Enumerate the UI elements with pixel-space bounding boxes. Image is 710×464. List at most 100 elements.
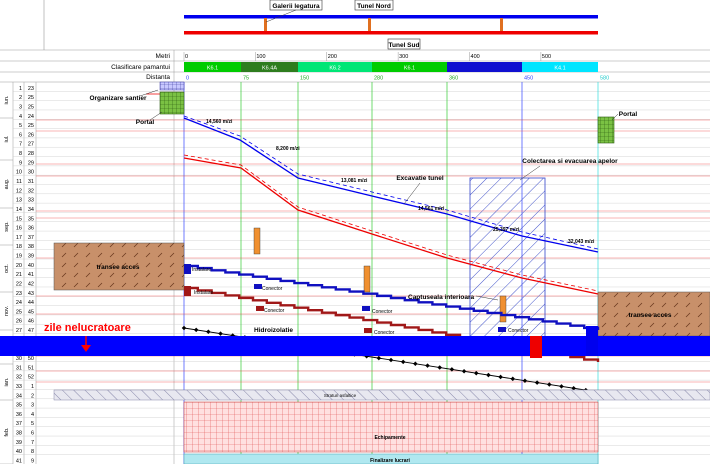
row-index: 6 (19, 132, 22, 138)
week-number: 5 (31, 421, 34, 427)
rate-3: 13,081 m/zi (341, 178, 368, 184)
finalizare-lucrari: Finalizare lucrari (183, 453, 599, 464)
hidroizolatie-marker (218, 331, 223, 336)
row-index: 39 (16, 440, 22, 446)
tunel-nord-label: Tunel Nord (357, 3, 391, 10)
row-index: 12 (16, 188, 22, 194)
metri-tick: 200 (328, 54, 337, 60)
row-index: 36 (16, 412, 22, 418)
hidroizolatie-marker (181, 325, 187, 331)
row-index: 30 (16, 356, 22, 362)
hidroizolatie-marker (376, 355, 382, 361)
hidroizolatie-marker (206, 329, 211, 335)
row-index: 41 (16, 459, 22, 464)
row-index: 18 (16, 244, 22, 250)
row-index: 33 (16, 384, 22, 390)
week-number: 39 (28, 254, 34, 260)
month-label: ian. (4, 377, 10, 386)
echipamente-label: Echipamente (374, 435, 405, 441)
tunnel-plan: Galerii legatura Tunel Nord Tunel Sud (0, 0, 710, 51)
row-index: 7 (19, 142, 22, 148)
captuseala-label: Captuseala interioara (408, 294, 474, 301)
stair-block (364, 328, 372, 333)
row-index: 34 (16, 393, 22, 399)
row-index: 38 (16, 431, 22, 437)
week-number: 31 (28, 179, 34, 185)
month-label: nov. (4, 306, 10, 316)
month-column: iun.iul.aug.sep.oct.nov.dec.ian.feb. (0, 95, 13, 464)
week-number: 45 (28, 309, 34, 315)
conector-3-label: Conector (372, 309, 393, 315)
conector-5-label: Conector (508, 328, 529, 334)
portal-right: Portal (597, 111, 637, 144)
row-index: 35 (16, 403, 22, 409)
stair-block (184, 286, 191, 296)
month-label: feb. (4, 427, 10, 437)
week-number: 35 (28, 216, 34, 222)
zile-label: zile nelucratoare (44, 322, 131, 334)
row-index: 11 (16, 179, 22, 185)
week-number: 4 (31, 412, 34, 418)
week-number: 25 (28, 123, 34, 129)
row-index: 24 (16, 300, 22, 306)
row-index: 19 (16, 254, 22, 260)
week-number: 8 (31, 449, 34, 455)
hidroizolatie-marker (425, 363, 430, 368)
hidroizolatie-marker (486, 372, 491, 378)
row-index: 40 (16, 449, 22, 455)
soil-class-label: K6.4A (262, 66, 277, 72)
week-number: 2 (31, 393, 34, 399)
row-index: 26 (16, 319, 22, 325)
month-label: sep. (4, 221, 10, 232)
transee-left: transee acces (53, 242, 185, 291)
galerie-1 (264, 18, 267, 31)
week-number: 37 (28, 235, 34, 241)
hidroizolatie-marker (547, 382, 552, 387)
row-index: 10 (16, 170, 22, 176)
row-index: 25 (16, 309, 22, 315)
week-number: 24 (28, 114, 34, 120)
month-label: iun. (4, 95, 10, 104)
week-number: 29 (28, 160, 34, 166)
galerie-3 (500, 18, 503, 31)
colectarea-label: Colectarea si evacuarea apelor (522, 158, 618, 165)
row-index: 32 (16, 375, 22, 381)
distanta-tick: 75 (243, 76, 249, 82)
week-number: 3 (31, 403, 34, 409)
transee-right-label: transee acces (628, 312, 671, 319)
row-index: 1 (19, 86, 22, 92)
week-number: 38 (28, 244, 34, 250)
rate-5: 25,397 m/zi (493, 227, 520, 233)
month-label: iul. (4, 135, 10, 143)
week-number: 40 (28, 263, 34, 269)
echipamente: Echipamente (183, 401, 599, 453)
hidroizolatie-marker (510, 376, 516, 382)
distanta-label: Distanta (146, 74, 170, 81)
week-number: 26 (28, 132, 34, 138)
conector-4-label: Conector (374, 330, 395, 336)
week-number: 6 (31, 431, 34, 437)
week-number: 44 (28, 300, 34, 306)
row-index: 20 (16, 263, 22, 269)
row-index: 2 (19, 95, 22, 101)
hidroizolatie-marker (193, 327, 199, 333)
transee-right: transee acces (597, 291, 710, 337)
rate-1: 14,560 m/zi (206, 119, 233, 125)
stair-block (254, 284, 262, 289)
organizare-label: Organizare santier (89, 95, 147, 102)
soil-class-label: K6.1 (404, 66, 415, 72)
month-label: oct. (4, 264, 10, 273)
hidroizolatie-marker (473, 370, 479, 376)
tunel-nord-bar (184, 15, 598, 19)
hidroizolatie-marker (534, 380, 540, 385)
row-index: 23 (16, 291, 22, 297)
week-number: 30 (28, 170, 34, 176)
finalizare-label: Finalizare lucrari (370, 458, 410, 464)
week-number: 34 (28, 207, 34, 213)
row-index: 27 (16, 328, 22, 334)
week-number: 9 (31, 459, 34, 464)
hidroizolatie-marker (559, 384, 564, 389)
week-number: 51 (28, 365, 34, 371)
row-index: 3 (19, 104, 22, 110)
soil-class-label: K4.1 (554, 66, 565, 72)
